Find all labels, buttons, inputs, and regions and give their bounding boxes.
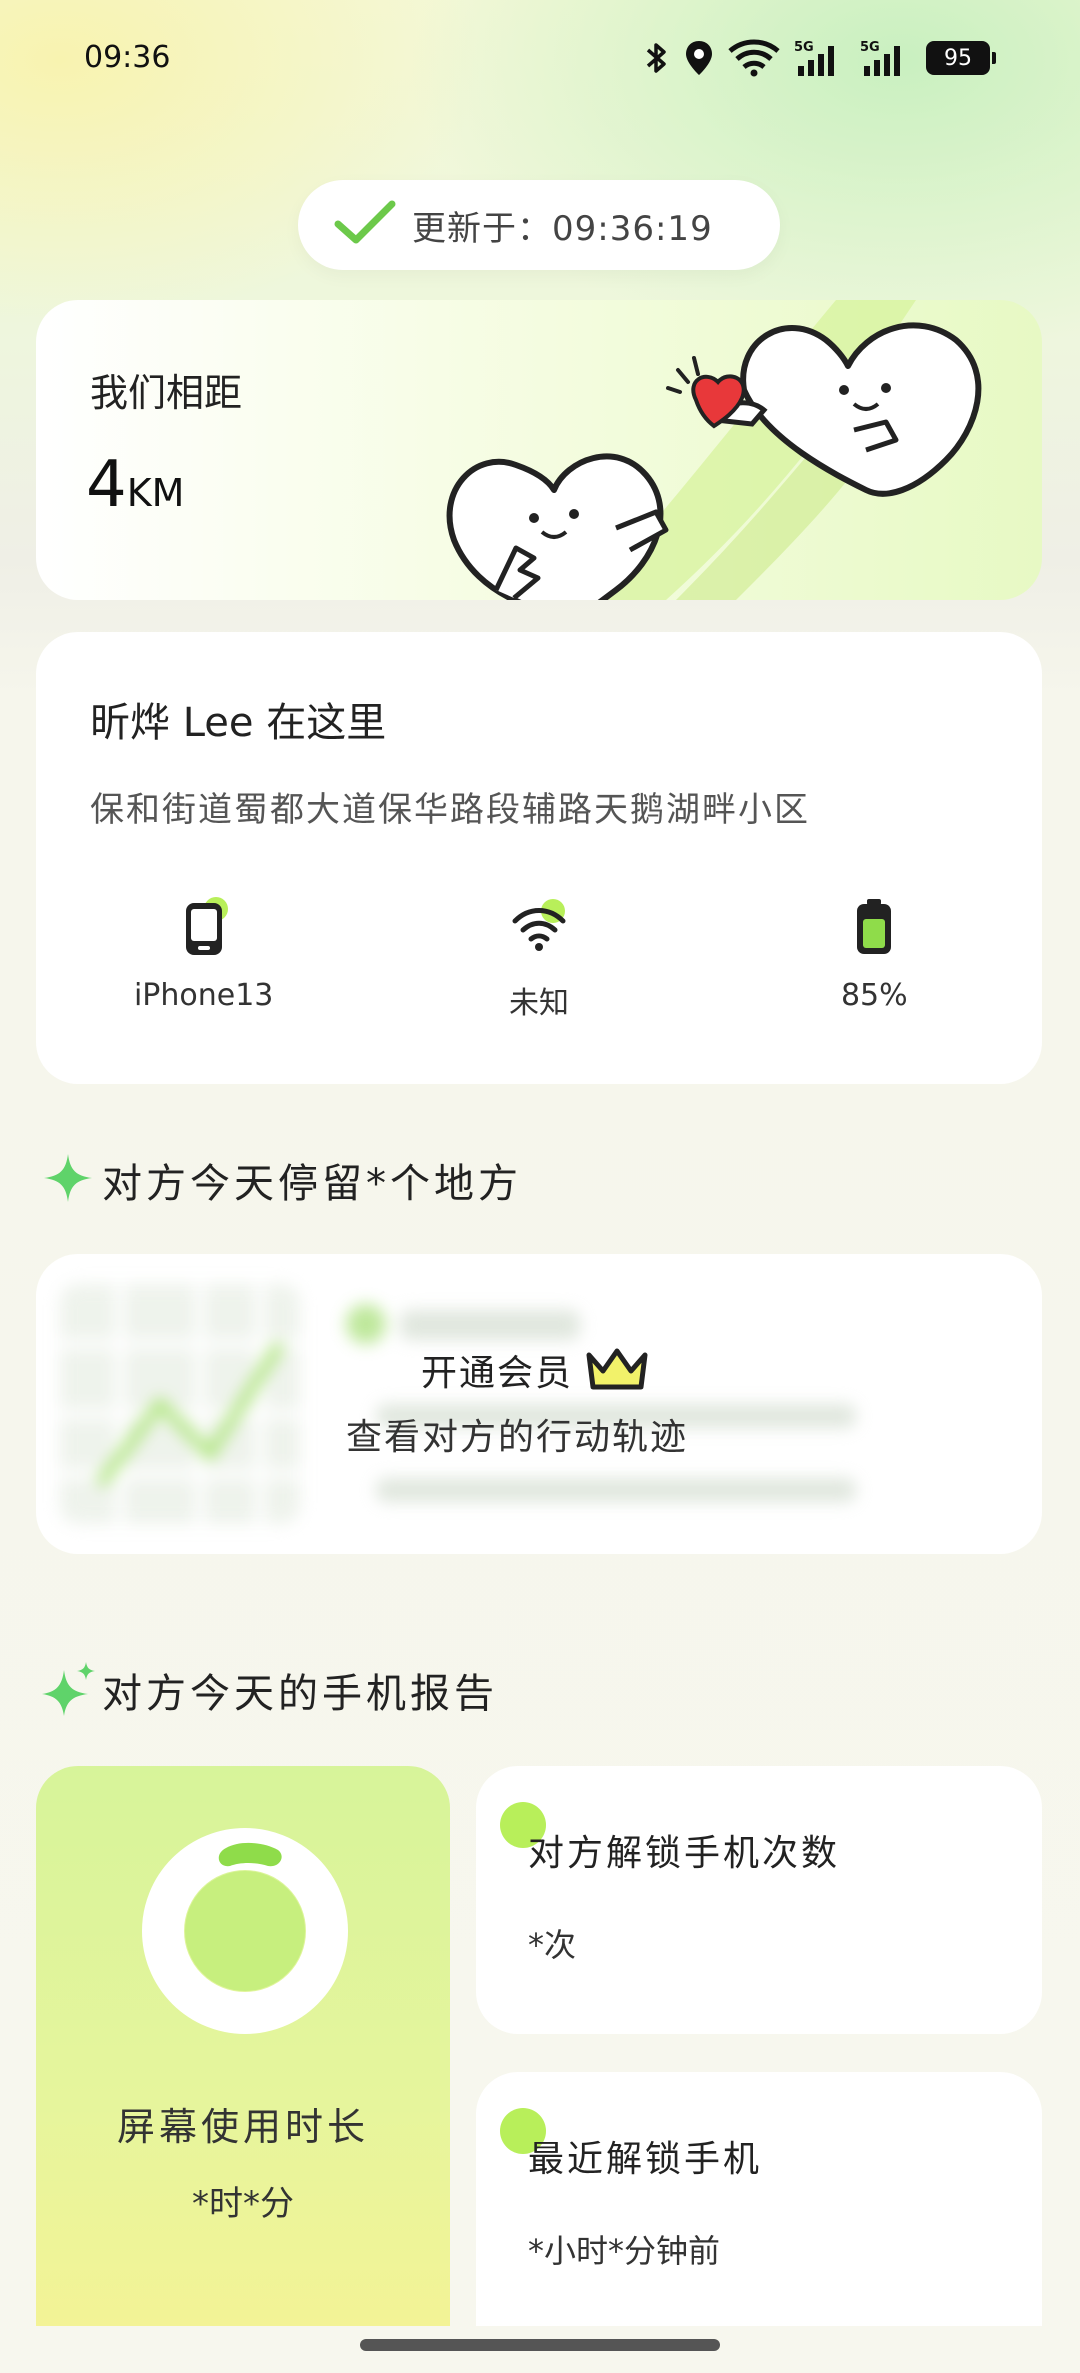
update-time-label: 更新于：09:36:19 [412,208,713,249]
stays-section-header: 对方今天停留*个地方 [40,1150,522,1210]
status-icons: 5G 5G 95 [644,36,996,80]
wifi-icon [504,892,574,962]
screen-time-card[interactable]: 屏幕使用时长 *时*分 [36,1766,450,2326]
open-vip-button[interactable]: 开通会员 [421,1344,649,1396]
hearts-illustration [446,300,982,600]
partner-address: 保和街道蜀都大道保华路段辅路天鹅湖畔小区 [90,790,810,830]
network-stat: 未知 [371,892,706,1022]
device-stats: iPhone13 未知 85% [36,892,1042,1022]
network-label: 未知 [508,986,569,1021]
bluetooth-icon [644,36,670,80]
battery-icon [839,892,909,962]
home-indicator[interactable] [360,2339,720,2351]
distance-number: 4 [86,448,127,522]
blurred-map [60,1284,300,1524]
distance-card: 我们相距 4KM [36,300,1042,600]
distance-value: 4KM [86,448,184,522]
sparkle-icon [40,1660,96,1720]
crown-icon [585,1345,649,1395]
status-time: 09:36 [84,40,171,75]
battery-label: 85% [840,978,908,1013]
report-section-title: 对方今天的手机报告 [102,1671,498,1717]
svg-text:5G: 5G [794,40,814,55]
check-icon [334,200,396,250]
phone-icon [169,892,239,962]
open-vip-label: 开通会员 [421,1353,574,1394]
stays-section-title: 对方今天停留*个地方 [102,1161,522,1207]
last-unlock-value: *小时*分钟前 [528,2232,721,2270]
svg-text:5G: 5G [860,40,880,55]
sparkle-icon [40,1150,96,1210]
location-card[interactable]: 昕烨 Lee 在这里 保和街道蜀都大道保华路段辅路天鹅湖畔小区 iPhone13… [36,632,1042,1084]
last-unlock-label: 最近解锁手机 [528,2139,763,2180]
device-model-label: iPhone13 [133,978,274,1013]
location-icon [684,36,714,80]
unlock-count-label: 对方解锁手机次数 [528,1833,841,1874]
unlock-count-card[interactable]: 对方解锁手机次数 *次 [476,1766,1042,2034]
last-unlock-card[interactable]: 最近解锁手机 *小时*分钟前 [476,2072,1042,2326]
wifi-icon [728,36,780,80]
status-bar: 09:36 5G 5G 95 [0,0,1080,120]
screen-time-ring [142,1828,348,2034]
battery-stat: 85% [707,892,1042,1022]
partner-location-title: 昕烨 Lee 在这里 [90,700,387,746]
report-section-header: 对方今天的手机报告 [40,1660,498,1720]
screen-time-value: *时*分 [192,2184,294,2224]
distance-unit: KM [126,471,185,515]
unlock-count-value: *次 [528,1926,577,1964]
update-time-pill: 更新于：09:36:19 [298,180,780,270]
signal-5g-icon: 5G [860,36,912,80]
signal-5g-icon: 5G [794,36,846,80]
screen-time-label: 屏幕使用时长 [116,2105,369,2149]
device-model-stat: iPhone13 [36,892,371,1022]
stays-card[interactable]: 开通会员 查看对方的行动轨迹 [36,1254,1042,1554]
vip-description: 查看对方的行动轨迹 [346,1417,689,1458]
distance-title: 我们相距 [90,371,243,415]
blurred-preview [36,1254,1042,1554]
battery-indicator: 95 [926,41,996,75]
